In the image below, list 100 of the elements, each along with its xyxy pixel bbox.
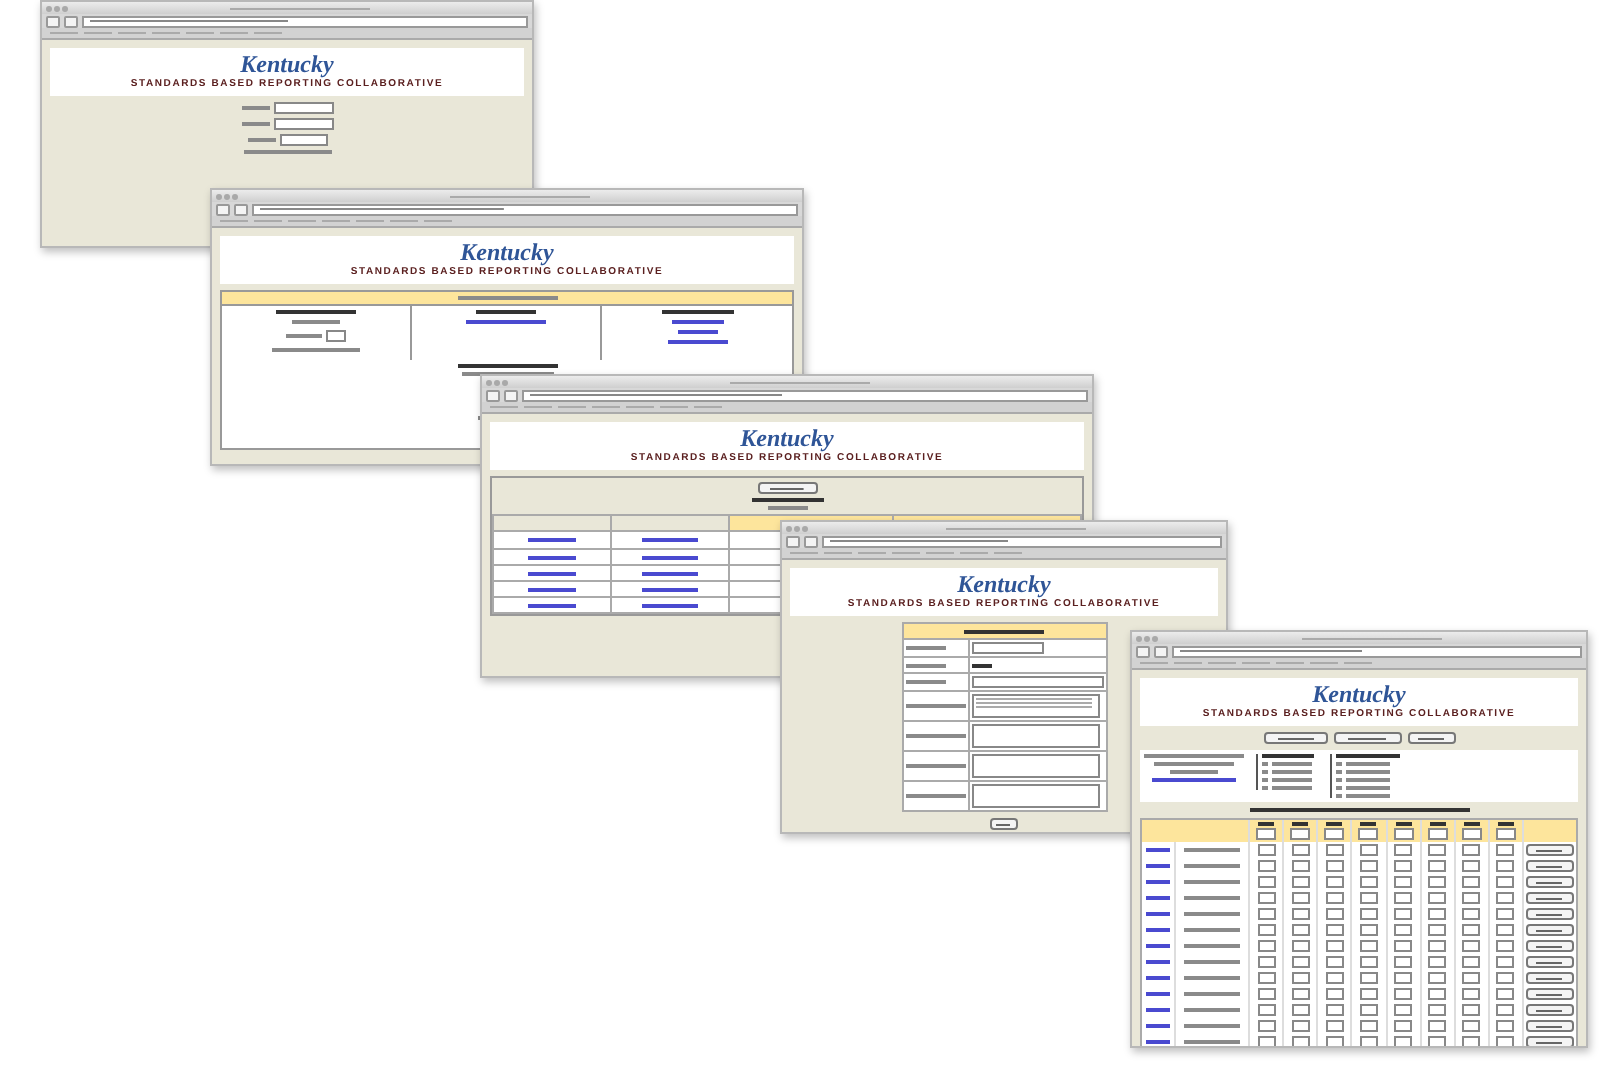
- text-line: [1346, 778, 1390, 782]
- input-field[interactable]: [326, 330, 346, 342]
- logo-text: Kentucky: [460, 240, 554, 264]
- text-line: [1272, 778, 1312, 782]
- input-field[interactable]: [1290, 828, 1311, 840]
- back-button[interactable]: [216, 203, 230, 215]
- text-line: [1184, 1024, 1240, 1028]
- text-line: [905, 764, 965, 768]
- input-field[interactable]: [1358, 828, 1379, 840]
- forward-button[interactable]: [804, 535, 818, 547]
- text-line: [905, 646, 945, 650]
- logo-text: Kentucky: [740, 426, 834, 450]
- description-field[interactable]: [971, 784, 1099, 808]
- text-line: [476, 310, 536, 314]
- text-line: [1184, 1040, 1240, 1044]
- description-field[interactable]: [971, 694, 1099, 718]
- forward-button[interactable]: [1154, 645, 1168, 657]
- input-field[interactable]: [1393, 828, 1414, 840]
- link-text-line[interactable]: [642, 555, 698, 559]
- text-line: [1154, 762, 1234, 766]
- input-field[interactable]: [1461, 828, 1482, 840]
- text-line: [457, 296, 557, 300]
- text-line: [1346, 762, 1390, 766]
- link-text-line[interactable]: [528, 571, 576, 575]
- text-line: [272, 348, 360, 352]
- logo-text: Kentucky: [240, 52, 334, 76]
- text-line: [1184, 960, 1240, 964]
- text-line: [1184, 864, 1240, 868]
- text-line: [457, 364, 557, 368]
- text-line: [229, 7, 369, 9]
- input-field[interactable]: [279, 134, 327, 146]
- text-line: [905, 734, 965, 738]
- button[interactable]: [1263, 732, 1327, 744]
- text-line: [1346, 794, 1390, 798]
- input-field[interactable]: [273, 118, 333, 130]
- text-line: [241, 122, 269, 126]
- logo-text: Kentucky: [1312, 682, 1406, 706]
- button[interactable]: [1407, 732, 1455, 744]
- text-line: [247, 138, 275, 142]
- link-text-line[interactable]: [528, 603, 576, 607]
- input-field[interactable]: [273, 102, 333, 114]
- forward-button[interactable]: [234, 203, 248, 215]
- input-field[interactable]: [971, 642, 1043, 654]
- forward-button[interactable]: [504, 389, 518, 401]
- text-line: [1184, 880, 1240, 884]
- text-line: [1184, 992, 1240, 996]
- forward-button[interactable]: [64, 15, 78, 27]
- address-field[interactable]: [82, 15, 528, 27]
- text-line: [729, 381, 869, 383]
- link-text-line[interactable]: [528, 587, 576, 591]
- description-field[interactable]: [971, 754, 1099, 778]
- back-button[interactable]: [486, 389, 500, 401]
- back-button[interactable]: [46, 15, 60, 27]
- text-line: [1272, 770, 1312, 774]
- address-field[interactable]: [1172, 645, 1582, 657]
- button[interactable]: [990, 818, 1018, 830]
- link-text-line[interactable]: [642, 603, 698, 607]
- input-field[interactable]: [1324, 828, 1345, 840]
- input-field[interactable]: [1495, 828, 1516, 840]
- address-field[interactable]: [522, 389, 1088, 401]
- text-line: [1144, 754, 1244, 758]
- link-text-line[interactable]: [642, 571, 698, 575]
- description-field[interactable]: [971, 724, 1099, 748]
- text-line: [767, 506, 807, 510]
- text-line: [1184, 944, 1240, 948]
- text-line: [905, 704, 965, 708]
- text-line: [946, 527, 1086, 529]
- text-line: [1272, 786, 1312, 790]
- text-line: [1184, 976, 1240, 980]
- button[interactable]: [757, 482, 817, 494]
- back-button[interactable]: [1136, 645, 1150, 657]
- text-line: [449, 195, 589, 197]
- text-line: [1184, 1008, 1240, 1012]
- text-line: [1346, 770, 1390, 774]
- text-line: [1170, 770, 1218, 774]
- link-text-line[interactable]: [528, 555, 576, 559]
- text-line: [661, 310, 733, 314]
- text-line: [286, 334, 322, 338]
- address-field[interactable]: [822, 535, 1222, 547]
- text-line: [1301, 637, 1441, 639]
- logo-text: Kentucky: [957, 572, 1051, 596]
- text-line: [751, 498, 823, 502]
- text-line: [1184, 896, 1240, 900]
- text-line: [241, 106, 269, 110]
- text-line: [964, 629, 1044, 633]
- input-field[interactable]: [1256, 828, 1277, 840]
- text-line: [905, 794, 965, 798]
- text-line: [1184, 848, 1240, 852]
- text-line: [292, 320, 340, 324]
- link-text-line[interactable]: [677, 330, 717, 334]
- text-line: [1184, 928, 1240, 932]
- text-line: [276, 310, 356, 314]
- text-line: [1272, 762, 1312, 766]
- address-field[interactable]: [252, 203, 798, 215]
- text-line: [1346, 786, 1390, 790]
- button[interactable]: [1333, 732, 1401, 744]
- text-line: [1262, 754, 1314, 758]
- back-button[interactable]: [786, 535, 800, 547]
- input-field[interactable]: [1427, 828, 1448, 840]
- link-text-line[interactable]: [642, 587, 698, 591]
